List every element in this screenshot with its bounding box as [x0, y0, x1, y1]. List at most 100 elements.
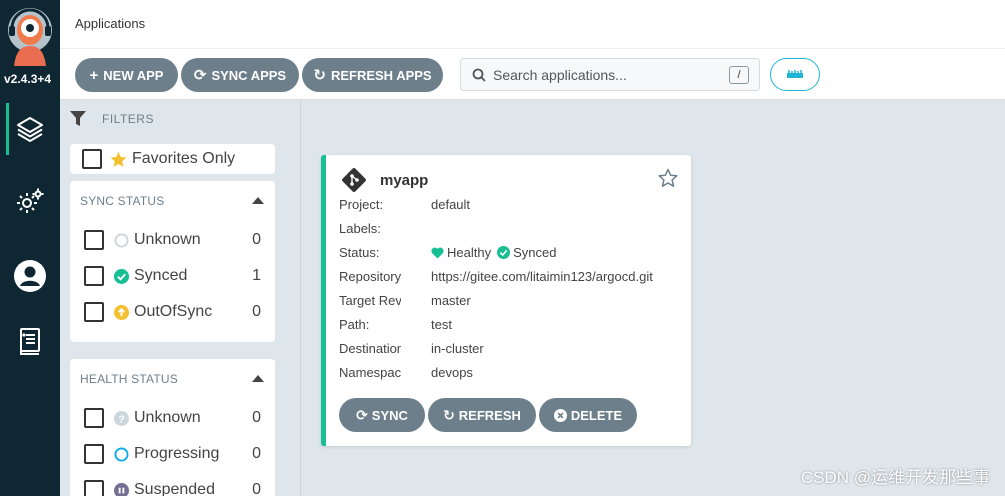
heart-icon: [431, 247, 444, 258]
gears-icon: [17, 188, 44, 213]
health-status-title: HEALTH STATUS: [80, 372, 178, 386]
user-icon: [14, 260, 46, 292]
favorites-label: Favorites Only: [132, 150, 236, 167]
argo-logo[interactable]: [6, 6, 54, 68]
refresh-apps-label: REFRESH APPS: [330, 67, 432, 83]
field-value: in-cluster: [431, 341, 484, 356]
app-card[interactable]: myapp Project: default Labels: Status: H…: [321, 155, 691, 446]
health-suspended-checkbox[interactable]: [84, 480, 104, 496]
star-filled-icon: [110, 151, 127, 167]
sync-status-text: Synced: [513, 245, 557, 260]
toolbar: + NEW APP ⟳ SYNC APPS ↻ REFRESH APPS Sea…: [60, 48, 1005, 100]
app-delete-label: DELETE: [570, 407, 623, 423]
search-shortcut-badge: /: [729, 66, 749, 84]
favorites-checkbox[interactable]: [82, 149, 102, 169]
question-circle-icon: ?: [114, 410, 129, 426]
collapse-sync-status-button[interactable]: [252, 197, 264, 204]
new-app-button[interactable]: + NEW APP: [75, 58, 178, 92]
app-name[interactable]: myapp: [380, 172, 428, 189]
health-status-panel: HEALTH STATUS ? Unknown 0 Progressing 0: [70, 359, 275, 496]
field-label: Target Revision:: [339, 293, 401, 308]
field-label: Namespace:: [339, 365, 401, 380]
arrow-up-circle-icon: [114, 304, 129, 320]
top-bar: Applications: [60, 0, 1005, 48]
plus-icon: +: [89, 66, 99, 84]
page-title: Applications: [75, 16, 146, 31]
svg-text:?: ?: [118, 414, 124, 425]
field-label: Destination:: [339, 341, 401, 356]
filter-icon: [70, 111, 86, 126]
field-label: Path:: [339, 317, 370, 332]
sync-unknown-count: 0: [252, 231, 261, 248]
search-box[interactable]: Search applications... /: [460, 58, 760, 91]
health-progressing-checkbox[interactable]: [84, 444, 104, 464]
sync-outofsync-checkbox[interactable]: [84, 302, 104, 322]
sync-apps-button[interactable]: ⟳ SYNC APPS: [181, 58, 299, 92]
field-value: devops: [431, 365, 473, 380]
sync-icon: ⟳: [356, 406, 368, 423]
app-sync-label: SYNC: [371, 407, 408, 423]
sync-synced-label: Synced: [134, 267, 188, 284]
health-filter-suspended: Suspended 0: [84, 478, 261, 496]
left-nav: v2.4.3+4: [0, 0, 60, 496]
app-refresh-button[interactable]: ↻ REFRESH: [428, 398, 536, 432]
sync-unknown-label: Unknown: [134, 231, 201, 248]
nav-item-user-info[interactable]: [0, 248, 60, 304]
refresh-icon: ↻: [313, 67, 326, 84]
health-filter-progressing: Progressing 0: [84, 442, 261, 466]
field-path: Path: test: [339, 317, 684, 337]
nav-item-settings[interactable]: [0, 173, 60, 229]
favorites-filter: Favorites Only: [70, 144, 275, 174]
layers-icon: [17, 117, 43, 142]
health-suspended-count: 0: [252, 481, 261, 496]
watermark: CSDN @运维开发那些事: [800, 468, 990, 487]
field-destination: Destination: in-cluster: [339, 341, 684, 361]
favorite-star-icon[interactable]: [658, 168, 678, 188]
sync-icon: ⟳: [193, 67, 207, 84]
view-toggle-button[interactable]: [770, 58, 820, 91]
refresh-icon: ↻: [443, 406, 455, 423]
field-labels: Labels:: [339, 221, 684, 241]
field-value: master: [431, 293, 471, 308]
field-value: default: [431, 197, 471, 212]
sync-apps-label: SYNC APPS: [211, 67, 287, 83]
health-filter-unknown: ? Unknown 0: [84, 406, 261, 430]
sync-synced-checkbox[interactable]: [84, 266, 104, 286]
field-label: Repository:: [339, 269, 401, 284]
field-label: Project:: [339, 197, 384, 212]
search-icon: [472, 68, 486, 82]
nav-item-docs[interactable]: [0, 314, 60, 370]
health-suspended-label: Suspended: [134, 481, 215, 496]
version-label: v2.4.3+4: [4, 72, 52, 86]
spinner-circle-icon: [114, 446, 129, 462]
sync-unknown-checkbox[interactable]: [84, 230, 104, 250]
app-delete-button[interactable]: DELETE: [539, 398, 637, 432]
field-status: Status: Healthy Synced: [339, 245, 684, 265]
filters-title: FILTERS: [102, 112, 154, 126]
field-label: Labels:: [339, 221, 381, 236]
close-circle-icon: [553, 408, 567, 422]
health-unknown-count: 0: [252, 409, 261, 426]
pause-circle-icon: [114, 482, 129, 496]
field-value: test: [431, 317, 452, 332]
sync-outofsync-count: 0: [252, 303, 261, 320]
field-namespace: Namespace: devops: [339, 365, 684, 385]
field-target-revision: Target Revision: master: [339, 293, 684, 313]
field-label: Status:: [339, 245, 380, 260]
sync-filter-synced: Synced 1: [84, 264, 261, 288]
collapse-health-status-button[interactable]: [252, 375, 264, 382]
health-status-text: Healthy: [447, 245, 492, 260]
nav-item-applications[interactable]: [0, 101, 60, 157]
refresh-apps-button[interactable]: ↻ REFRESH APPS: [302, 58, 443, 92]
circle-outline-icon: [114, 232, 129, 248]
sync-outofsync-label: OutOfSync: [134, 303, 213, 320]
ruler-icon: [787, 70, 803, 78]
app-sync-button[interactable]: ⟳ SYNC: [339, 398, 425, 432]
check-circle-icon: [114, 268, 129, 284]
field-project: Project: default: [339, 197, 684, 217]
health-unknown-checkbox[interactable]: [84, 408, 104, 428]
sync-synced-count: 1: [252, 267, 261, 284]
field-repository: Repository: https://gitee.com/litaimin12…: [339, 269, 684, 289]
check-circle-icon: [497, 246, 511, 259]
field-value: https://gitee.com/litaimin123/argocd.git: [431, 269, 653, 284]
